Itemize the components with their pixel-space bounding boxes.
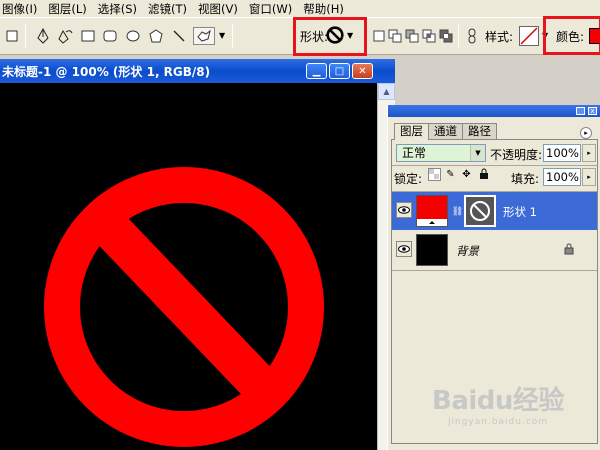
- mask-link-icon[interactable]: ⛓: [451, 206, 464, 219]
- no-symbol-icon[interactable]: [325, 25, 345, 45]
- menu-image[interactable]: 图像(I): [2, 1, 37, 17]
- layer-name[interactable]: 背景: [456, 243, 479, 259]
- tab-channels[interactable]: 通道: [428, 123, 463, 139]
- canvas[interactable]: [0, 83, 377, 450]
- chevron-down-icon[interactable]: ▼: [347, 31, 353, 40]
- separator: [25, 24, 26, 48]
- palette-minimize-icon[interactable]: _: [576, 107, 585, 115]
- watermark-logo: Baidu经验: [432, 386, 564, 416]
- separator: [232, 24, 233, 48]
- palette-menu-icon[interactable]: ▸: [580, 127, 592, 139]
- menu-filter[interactable]: 滤镜(T): [148, 1, 187, 17]
- lock-all-icon[interactable]: [477, 168, 490, 181]
- subtract-shape-icon[interactable]: [403, 27, 421, 45]
- rounded-rectangle-icon[interactable]: [101, 27, 119, 45]
- menu-window[interactable]: 窗口(W): [249, 1, 292, 17]
- fill-slider-arrow-icon[interactable]: ▸: [582, 168, 596, 186]
- fill-label: 填充:: [511, 172, 540, 186]
- polygon-tool-icon[interactable]: [147, 27, 165, 45]
- shape-label: 形状:: [300, 30, 329, 44]
- baidu-watermark: Baidu经验 jingyan.baidu.com: [432, 380, 564, 427]
- close-button[interactable]: ✕: [352, 63, 373, 79]
- options-bar: ▼ 形状: ▼ 样式: ▼ 颜色:: [0, 16, 600, 56]
- scroll-up-icon[interactable]: ▲: [378, 83, 395, 100]
- line-tool-icon[interactable]: [170, 27, 188, 45]
- tab-paths[interactable]: 路径: [462, 123, 497, 139]
- watermark-url: jingyan.baidu.com: [448, 417, 549, 427]
- layer-locked-icon: [562, 243, 575, 256]
- add-to-shape-icon[interactable]: [386, 27, 404, 45]
- tab-layers[interactable]: 图层: [394, 123, 429, 140]
- menu-select[interactable]: 选择(S): [98, 1, 137, 17]
- palette-titlebar[interactable]: [388, 105, 600, 117]
- menu-layer[interactable]: 图层(L): [48, 1, 86, 17]
- ellipse-tool-icon[interactable]: [124, 27, 142, 45]
- intersect-shape-icon[interactable]: [420, 27, 438, 45]
- lock-label: 锁定:: [394, 172, 423, 186]
- color-label: 颜色:: [556, 30, 585, 44]
- tool-preset-icon[interactable]: [3, 27, 21, 45]
- freeform-pen-icon[interactable]: [56, 27, 74, 45]
- pen-tool-icon[interactable]: [34, 27, 52, 45]
- fill-input[interactable]: 100%: [543, 168, 581, 186]
- layer-thumbnail[interactable]: [416, 234, 448, 266]
- layer-row-shape1[interactable]: ⛓ 形状 1: [392, 192, 597, 230]
- vector-mask-thumbnail[interactable]: [464, 195, 496, 227]
- palette-tabs: 图层 通道 路径: [394, 123, 497, 140]
- menu-bar: 图像(I) 图层(L) 选择(S) 滤镜(T) 视图(V) 窗口(W) 帮助(H…: [0, 0, 600, 17]
- divider: [392, 165, 597, 166]
- minimize-button[interactable]: ▁: [306, 63, 327, 79]
- style-none-icon[interactable]: [519, 26, 539, 46]
- layer-name[interactable]: 形状 1: [503, 204, 537, 220]
- blend-mode-select[interactable]: 正常 ▼: [396, 144, 486, 162]
- separator: [458, 24, 459, 48]
- color-swatch[interactable]: [589, 28, 600, 44]
- visibility-eye-icon[interactable]: [396, 202, 412, 218]
- opacity-label: 不透明度:: [490, 148, 543, 162]
- opacity-slider-arrow-icon[interactable]: ▸: [582, 144, 596, 162]
- menu-help[interactable]: 帮助(H): [303, 1, 344, 17]
- visibility-eye-icon[interactable]: [396, 241, 412, 257]
- palette-close-icon[interactable]: x: [588, 107, 597, 115]
- document-window: 未标题-1 @ 100% (形状 1, RGB/8) ▁ □ ✕ ▲: [0, 59, 395, 450]
- opacity-input[interactable]: 100%: [543, 144, 581, 162]
- divider: [392, 270, 597, 271]
- lock-pixels-brush-icon[interactable]: ✎: [444, 168, 457, 181]
- exclude-shape-icon[interactable]: [437, 27, 455, 45]
- layer-thumbnail[interactable]: [416, 195, 448, 227]
- prohibition-shape: [44, 167, 324, 447]
- rectangle-tool-icon[interactable]: [79, 27, 97, 45]
- lock-position-move-icon[interactable]: ✥: [460, 168, 473, 181]
- lock-transparency-icon[interactable]: [428, 168, 441, 181]
- link-icon[interactable]: [463, 27, 481, 45]
- custom-shape-tool-icon[interactable]: [193, 27, 215, 45]
- blend-mode-value: 正常: [402, 146, 427, 160]
- style-label: 样式:: [485, 30, 514, 44]
- layer-row-background[interactable]: 背景: [392, 231, 597, 269]
- chevron-down-icon: ▼: [470, 145, 485, 161]
- document-title: 未标题-1 @ 100% (形状 1, RGB/8): [2, 64, 211, 79]
- chevron-down-icon[interactable]: ▼: [219, 31, 225, 40]
- window-controls: ▁ □ ✕: [306, 63, 373, 79]
- maximize-button[interactable]: □: [329, 63, 350, 79]
- menu-view[interactable]: 视图(V): [198, 1, 238, 17]
